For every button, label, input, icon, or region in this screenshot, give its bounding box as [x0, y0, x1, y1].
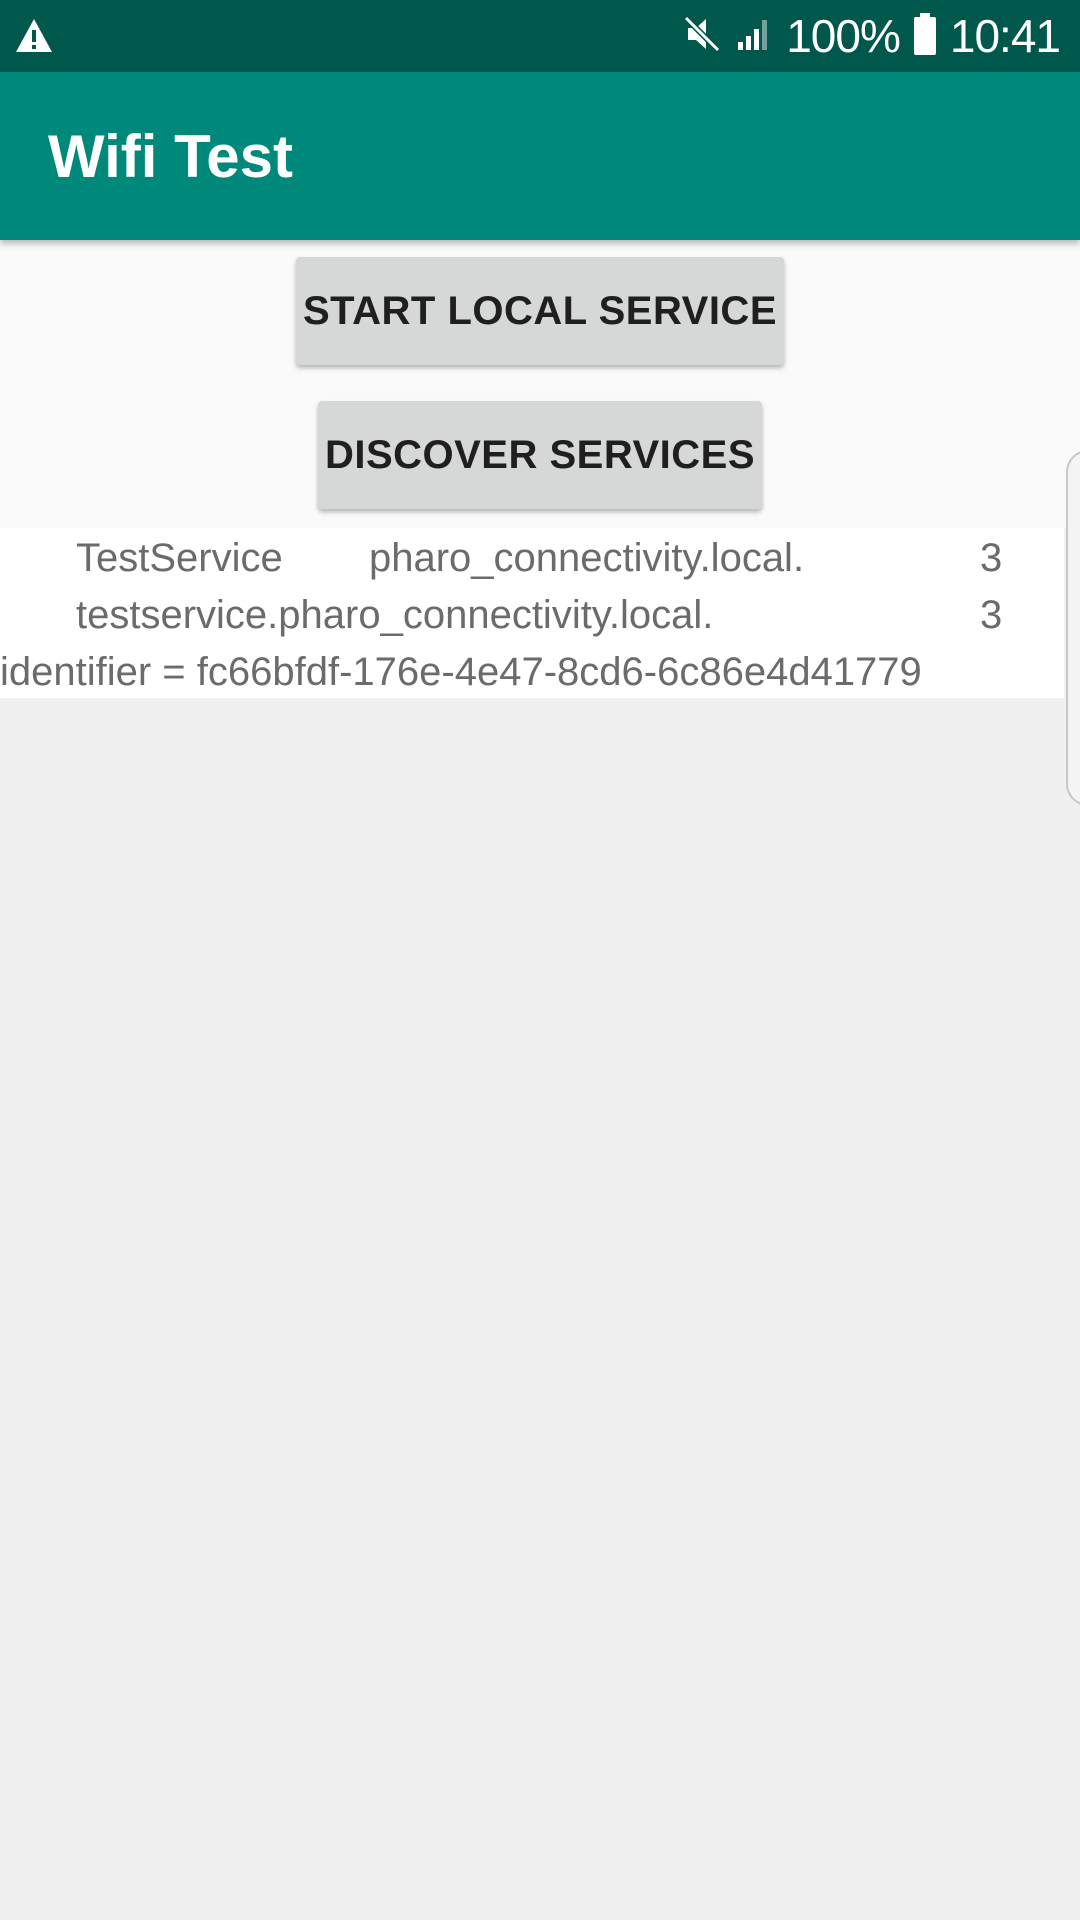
start-local-service-button[interactable]: START LOCAL SERVICE	[296, 257, 784, 365]
mute-icon	[682, 14, 722, 59]
service-name: TestService	[76, 536, 283, 580]
signal-icon	[734, 14, 774, 59]
app-title: Wifi Test	[48, 123, 294, 190]
discover-services-button[interactable]: DISCOVER SERVICES	[318, 401, 762, 509]
app-bar: Wifi Test	[0, 72, 1080, 240]
service-host-count: 3	[980, 593, 1003, 637]
warning-icon	[14, 16, 54, 56]
service-count: 3	[980, 536, 1003, 580]
battery-percent: 100%	[786, 10, 901, 62]
status-bar: 100% 10:41	[0, 0, 1080, 72]
clock: 10:41	[949, 10, 1061, 62]
results-list: TestService pharo_connectivity.local. 3 …	[0, 528, 1064, 698]
status-icons: 100% 10:41	[682, 0, 1061, 72]
battery-icon	[912, 12, 938, 61]
service-domain: pharo_connectivity.local.	[369, 536, 805, 580]
service-host: testservice.pharo_connectivity.local.	[76, 593, 714, 637]
edge-panel-handle[interactable]	[1066, 450, 1080, 806]
button-area: START LOCAL SERVICE DISCOVER SERVICES	[0, 240, 1080, 528]
service-identifier: identifier = fc66bfdf-176e-4e47-8cd6-6c8…	[0, 650, 922, 694]
